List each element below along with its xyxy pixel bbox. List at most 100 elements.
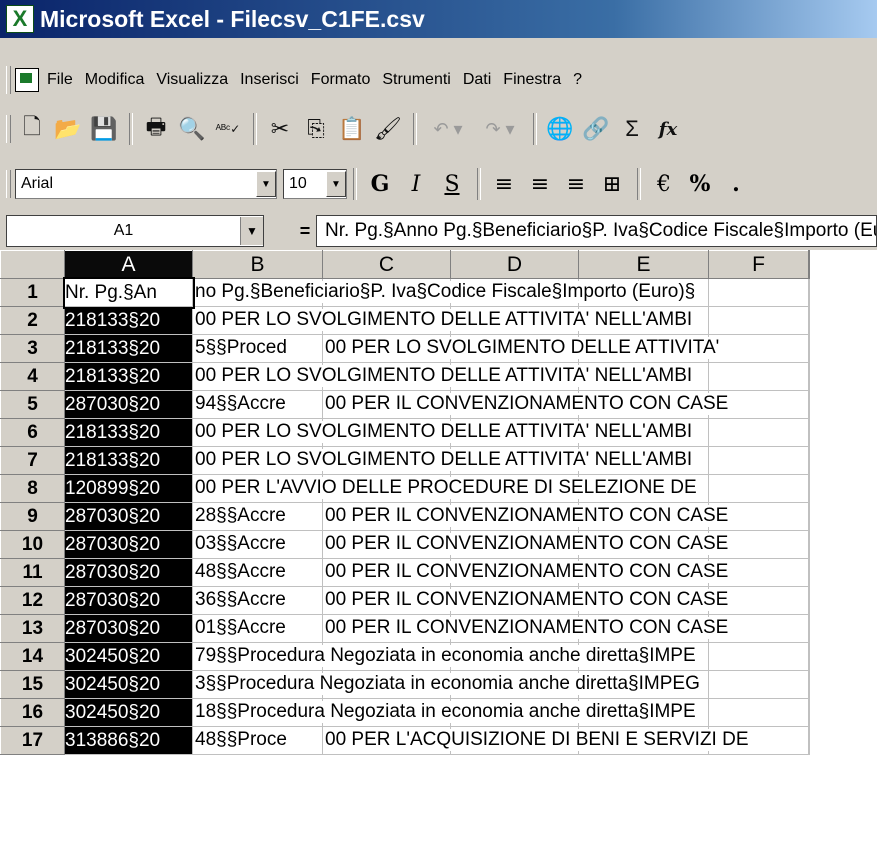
menu-formato[interactable]: Formato (311, 71, 371, 89)
cell[interactable] (708, 698, 809, 727)
chevron-down-icon[interactable]: ▼ (240, 217, 263, 245)
autosum-icon[interactable]: Σ (615, 112, 649, 146)
column-header-e[interactable]: E (578, 250, 709, 279)
format-painter-icon[interactable]: 🖌 (371, 112, 405, 146)
cell-b[interactable]: 48§§Proce (192, 726, 323, 755)
menu-visualizza[interactable]: Visualizza (156, 71, 228, 89)
save-icon[interactable]: 💾 (87, 112, 121, 146)
cell-a[interactable]: 218133§20 (64, 306, 193, 335)
cell[interactable] (708, 418, 809, 447)
cell-b[interactable]: 5§§Proced (192, 334, 323, 363)
cell[interactable] (808, 558, 810, 587)
function-icon[interactable]: fx (651, 112, 685, 146)
column-header-d[interactable]: D (450, 250, 579, 279)
cell-c[interactable]: 00 PER IL CONVENZIONAMENTO CON CASE (322, 530, 731, 559)
cell-a[interactable]: 313886§20 (64, 726, 193, 755)
cell-c[interactable]: 00 PER LO SVOLGIMENTO DELLE ATTIVITA' (322, 334, 722, 363)
column-header-c[interactable]: C (322, 250, 451, 279)
row-header[interactable]: 9 (0, 502, 65, 531)
select-all-corner[interactable] (0, 250, 65, 279)
menu-strumenti[interactable]: Strumenti (382, 71, 450, 89)
cell[interactable] (808, 446, 810, 475)
cell-b[interactable]: no Pg.§Beneficiario§P. Iva§Codice Fiscal… (192, 278, 698, 307)
hyperlink-icon[interactable]: 🔗 (579, 112, 613, 146)
menu-inserisci[interactable]: Inserisci (240, 71, 299, 89)
cell[interactable] (808, 306, 810, 335)
formula-input[interactable]: Nr. Pg.§Anno Pg.§Beneficiario§P. Iva§Cod… (316, 215, 877, 247)
cell-a[interactable]: 302450§20 (64, 670, 193, 699)
menu-help[interactable]: ? (573, 71, 582, 89)
bold-button[interactable]: G (363, 167, 397, 201)
cell-c[interactable]: 00 PER IL CONVENZIONAMENTO CON CASE (322, 502, 731, 531)
cell[interactable] (808, 418, 810, 447)
excel-icon[interactable]: X (6, 5, 34, 33)
cell-b[interactable]: 00 PER LO SVOLGIMENTO DELLE ATTIVITA' NE… (192, 418, 695, 447)
print-icon[interactable]: 🖶 (139, 112, 173, 146)
cell-a[interactable]: Nr. Pg.§An (62, 276, 195, 309)
cell-a[interactable]: 218133§20 (64, 446, 193, 475)
row-header[interactable]: 2 (0, 306, 65, 335)
menu-file[interactable]: File (47, 71, 73, 89)
cell[interactable] (808, 334, 810, 363)
column-header-g[interactable] (808, 250, 810, 279)
cell-c[interactable]: 00 PER IL CONVENZIONAMENTO CON CASE (322, 558, 731, 587)
cell-b[interactable]: 00 PER LO SVOLGIMENTO DELLE ATTIVITA' NE… (192, 362, 695, 391)
menubar-grip[interactable] (6, 66, 11, 94)
cell-b[interactable]: 01§§Accre (192, 614, 323, 643)
row-header[interactable]: 13 (0, 614, 65, 643)
cell-a[interactable]: 287030§20 (64, 390, 193, 419)
cell[interactable] (808, 642, 810, 671)
cell[interactable] (808, 586, 810, 615)
cell[interactable] (708, 334, 809, 363)
cell-a[interactable]: 218133§20 (64, 362, 193, 391)
cell-a[interactable]: 287030§20 (64, 558, 193, 587)
open-folder-icon[interactable]: 📂 (51, 112, 85, 146)
cell-a[interactable]: 302450§20 (64, 698, 193, 727)
row-header[interactable]: 7 (0, 446, 65, 475)
row-header[interactable]: 12 (0, 586, 65, 615)
cell-c[interactable]: 00 PER IL CONVENZIONAMENTO CON CASE (322, 586, 731, 615)
web-toolbar-icon[interactable]: 🌐 (543, 112, 577, 146)
italic-button[interactable]: I (399, 167, 433, 201)
cell[interactable] (708, 670, 809, 699)
cell-c[interactable]: 00 PER IL CONVENZIONAMENTO CON CASE (322, 614, 731, 643)
name-box[interactable]: A1 ▼ (6, 215, 264, 247)
cell-a[interactable]: 218133§20 (64, 334, 193, 363)
spelling-icon[interactable]: ᴬᴮᶜ✓ (211, 112, 245, 146)
print-preview-icon[interactable]: 🔍 (175, 112, 209, 146)
cell[interactable] (808, 390, 810, 419)
font-size-select[interactable]: 10 ▼ (283, 169, 347, 199)
copy-icon[interactable]: ⎘ (299, 112, 333, 146)
new-document-icon[interactable]: 🗋 (15, 112, 49, 146)
cell-a[interactable]: 287030§20 (64, 586, 193, 615)
document-icon[interactable] (15, 68, 39, 92)
cell-b[interactable]: 3§§Procedura Negoziata in economia anche… (192, 670, 702, 699)
currency-icon[interactable]: € (647, 167, 681, 201)
cell-a[interactable]: 302450§20 (64, 642, 193, 671)
menu-finestra[interactable]: Finestra (503, 71, 561, 89)
cell[interactable] (808, 530, 810, 559)
cell-a[interactable]: 218133§20 (64, 418, 193, 447)
row-header[interactable]: 14 (0, 642, 65, 671)
cell-a[interactable]: 287030§20 (64, 530, 193, 559)
align-center-icon[interactable]: ≡ (523, 167, 557, 201)
cell[interactable] (808, 362, 810, 391)
cell-b[interactable]: 79§§Procedura Negoziata in economia anch… (192, 642, 698, 671)
cut-icon[interactable]: ✂ (263, 112, 297, 146)
worksheet-grid[interactable]: A B C D E F 1 Nr. Pg.§An no Pg.§Beneficiar… (0, 250, 877, 843)
row-header[interactable]: 5 (0, 390, 65, 419)
chevron-down-icon[interactable]: ▼ (256, 171, 276, 197)
underline-button[interactable]: S (435, 167, 469, 201)
cell[interactable] (808, 614, 810, 643)
cell-a[interactable]: 287030§20 (64, 502, 193, 531)
cell-b[interactable]: 18§§Procedura Negoziata in economia anch… (192, 698, 698, 727)
toolbar-grip[interactable] (6, 115, 11, 143)
cell-a[interactable]: 287030§20 (64, 614, 193, 643)
cell-b[interactable]: 48§§Accre (192, 558, 323, 587)
formatbar-grip[interactable] (6, 170, 11, 198)
cell[interactable] (808, 698, 810, 727)
undo-icon[interactable]: ↶ ▾ (423, 112, 473, 146)
cell-b[interactable]: 00 PER LO SVOLGIMENTO DELLE ATTIVITA' NE… (192, 306, 695, 335)
menu-modifica[interactable]: Modifica (85, 71, 145, 89)
cell-b[interactable]: 94§§Accre (192, 390, 323, 419)
